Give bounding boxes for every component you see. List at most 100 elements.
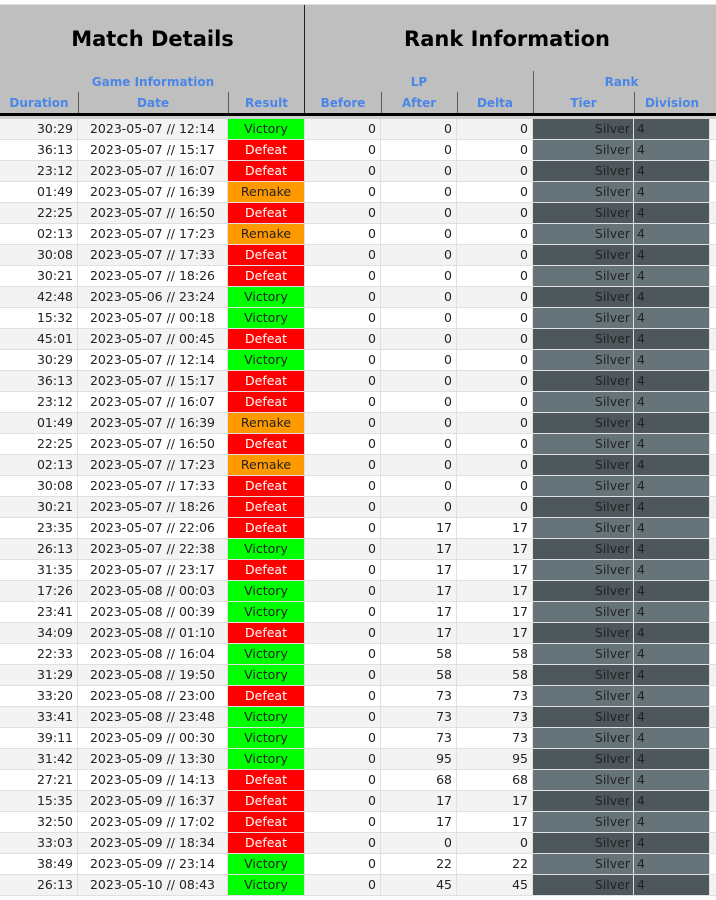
- lp-after-cell[interactable]: 0: [381, 266, 457, 286]
- division-cell[interactable]: 4: [634, 560, 710, 580]
- tier-cell[interactable]: Silver: [533, 623, 634, 643]
- result-cell[interactable]: Defeat: [228, 203, 305, 223]
- date-cell[interactable]: 2023-05-08 // 01:10: [78, 623, 228, 643]
- date-cell[interactable]: 2023-05-07 // 17:33: [78, 245, 228, 265]
- lp-delta-cell[interactable]: 0: [457, 308, 533, 328]
- lp-after-cell[interactable]: 0: [381, 455, 457, 475]
- duration-cell[interactable]: 36:13: [0, 371, 78, 391]
- lp-delta-cell[interactable]: 58: [457, 665, 533, 685]
- col-tier[interactable]: Tier: [533, 96, 634, 110]
- duration-cell[interactable]: 02:13: [0, 224, 78, 244]
- result-cell[interactable]: Victory: [228, 539, 305, 559]
- date-cell[interactable]: 2023-05-09 // 00:30: [78, 728, 228, 748]
- division-cell[interactable]: 4: [634, 854, 710, 874]
- date-cell[interactable]: 2023-05-07 // 17:33: [78, 476, 228, 496]
- date-cell[interactable]: 2023-05-07 // 18:26: [78, 266, 228, 286]
- col-duration[interactable]: Duration: [0, 96, 78, 110]
- date-cell[interactable]: 2023-05-07 // 23:17: [78, 560, 228, 580]
- lp-before-cell[interactable]: 0: [305, 182, 381, 202]
- tier-cell[interactable]: Silver: [533, 434, 634, 454]
- date-cell[interactable]: 2023-05-07 // 15:17: [78, 371, 228, 391]
- date-cell[interactable]: 2023-05-07 // 16:50: [78, 434, 228, 454]
- lp-before-cell[interactable]: 0: [305, 497, 381, 517]
- duration-cell[interactable]: 30:29: [0, 119, 78, 139]
- date-cell[interactable]: 2023-05-08 // 23:48: [78, 707, 228, 727]
- result-cell[interactable]: Victory: [228, 644, 305, 664]
- division-cell[interactable]: 4: [634, 686, 710, 706]
- lp-delta-cell[interactable]: 0: [457, 182, 533, 202]
- result-cell[interactable]: Defeat: [228, 140, 305, 160]
- lp-delta-cell[interactable]: 73: [457, 686, 533, 706]
- date-cell[interactable]: 2023-05-06 // 23:24: [78, 287, 228, 307]
- lp-after-cell[interactable]: 17: [381, 560, 457, 580]
- lp-delta-cell[interactable]: 0: [457, 203, 533, 223]
- tier-cell[interactable]: Silver: [533, 812, 634, 832]
- lp-after-cell[interactable]: 0: [381, 413, 457, 433]
- lp-delta-cell[interactable]: 0: [457, 266, 533, 286]
- tier-cell[interactable]: Silver: [533, 875, 634, 895]
- lp-before-cell[interactable]: 0: [305, 161, 381, 181]
- result-cell[interactable]: Defeat: [228, 434, 305, 454]
- duration-cell[interactable]: 26:13: [0, 875, 78, 895]
- tier-cell[interactable]: Silver: [533, 539, 634, 559]
- lp-before-cell[interactable]: 0: [305, 308, 381, 328]
- result-cell[interactable]: Defeat: [228, 371, 305, 391]
- lp-after-cell[interactable]: 0: [381, 224, 457, 244]
- division-cell[interactable]: 4: [634, 161, 710, 181]
- lp-before-cell[interactable]: 0: [305, 287, 381, 307]
- lp-delta-cell[interactable]: 0: [457, 413, 533, 433]
- col-after[interactable]: After: [381, 96, 457, 110]
- result-cell[interactable]: Defeat: [228, 623, 305, 643]
- lp-delta-cell[interactable]: 0: [457, 329, 533, 349]
- date-cell[interactable]: 2023-05-07 // 12:14: [78, 119, 228, 139]
- lp-after-cell[interactable]: 17: [381, 602, 457, 622]
- date-cell[interactable]: 2023-05-07 // 16:39: [78, 413, 228, 433]
- division-cell[interactable]: 4: [634, 455, 710, 475]
- duration-cell[interactable]: 31:29: [0, 665, 78, 685]
- lp-after-cell[interactable]: 0: [381, 203, 457, 223]
- lp-delta-cell[interactable]: 0: [457, 371, 533, 391]
- date-cell[interactable]: 2023-05-08 // 23:00: [78, 686, 228, 706]
- date-cell[interactable]: 2023-05-09 // 18:34: [78, 833, 228, 853]
- tier-cell[interactable]: Silver: [533, 791, 634, 811]
- lp-before-cell[interactable]: 0: [305, 854, 381, 874]
- date-cell[interactable]: 2023-05-08 // 00:03: [78, 581, 228, 601]
- lp-after-cell[interactable]: 0: [381, 182, 457, 202]
- lp-before-cell[interactable]: 0: [305, 266, 381, 286]
- result-cell[interactable]: Victory: [228, 875, 305, 895]
- lp-after-cell[interactable]: 0: [381, 371, 457, 391]
- lp-after-cell[interactable]: 0: [381, 476, 457, 496]
- lp-before-cell[interactable]: 0: [305, 812, 381, 832]
- tier-cell[interactable]: Silver: [533, 140, 634, 160]
- result-cell[interactable]: Victory: [228, 350, 305, 370]
- date-cell[interactable]: 2023-05-07 // 16:07: [78, 392, 228, 412]
- lp-after-cell[interactable]: 17: [381, 623, 457, 643]
- result-cell[interactable]: Defeat: [228, 329, 305, 349]
- lp-before-cell[interactable]: 0: [305, 224, 381, 244]
- division-cell[interactable]: 4: [634, 245, 710, 265]
- lp-after-cell[interactable]: 0: [381, 287, 457, 307]
- lp-before-cell[interactable]: 0: [305, 875, 381, 895]
- lp-delta-cell[interactable]: 0: [457, 140, 533, 160]
- result-cell[interactable]: Victory: [228, 287, 305, 307]
- duration-cell[interactable]: 22:25: [0, 434, 78, 454]
- lp-before-cell[interactable]: 0: [305, 707, 381, 727]
- lp-before-cell[interactable]: 0: [305, 119, 381, 139]
- result-cell[interactable]: Victory: [228, 728, 305, 748]
- col-delta[interactable]: Delta: [457, 96, 533, 110]
- date-cell[interactable]: 2023-05-08 // 19:50: [78, 665, 228, 685]
- lp-before-cell[interactable]: 0: [305, 749, 381, 769]
- duration-cell[interactable]: 33:41: [0, 707, 78, 727]
- lp-delta-cell[interactable]: 17: [457, 581, 533, 601]
- lp-delta-cell[interactable]: 58: [457, 644, 533, 664]
- division-cell[interactable]: 4: [634, 476, 710, 496]
- lp-before-cell[interactable]: 0: [305, 371, 381, 391]
- duration-cell[interactable]: 17:26: [0, 581, 78, 601]
- duration-cell[interactable]: 42:48: [0, 287, 78, 307]
- lp-delta-cell[interactable]: 0: [457, 350, 533, 370]
- division-cell[interactable]: 4: [634, 203, 710, 223]
- lp-delta-cell[interactable]: 0: [457, 476, 533, 496]
- lp-delta-cell[interactable]: 73: [457, 707, 533, 727]
- lp-before-cell[interactable]: 0: [305, 728, 381, 748]
- division-cell[interactable]: 4: [634, 308, 710, 328]
